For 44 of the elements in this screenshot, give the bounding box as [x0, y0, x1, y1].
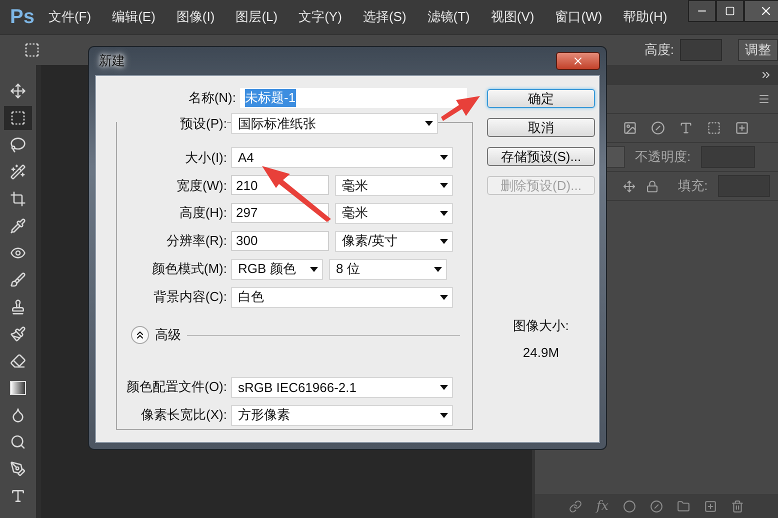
menu-item[interactable]: 图像(I) — [176, 8, 215, 26]
menu-item[interactable]: 窗口(W) — [555, 8, 602, 26]
dropdown[interactable]: 毫米 — [335, 202, 453, 224]
menu-item[interactable]: 编辑(E) — [112, 8, 156, 26]
field-label: 高度(H): — [178, 204, 227, 222]
dropdown[interactable]: 8 位 — [329, 258, 447, 280]
image-size-label: 图像大小: — [513, 317, 569, 335]
field-label: 宽度(W): — [175, 176, 227, 195]
image-size-value: 24.9M — [522, 345, 560, 360]
height-label: 高度: — [644, 41, 674, 59]
field-label: 颜色配置文件(O): — [126, 378, 227, 396]
text-field[interactable]: 297 — [231, 202, 329, 223]
field-label: 分辨率(R): — [165, 232, 227, 250]
dialog-button[interactable]: 取消 — [487, 118, 595, 137]
dropdown[interactable]: sRGB IEC61966-2.1 — [231, 376, 453, 398]
app-logo: Ps — [10, 6, 34, 28]
menu-item[interactable]: 帮助(H) — [623, 8, 668, 26]
field-label: 背景内容(C): — [152, 288, 227, 306]
text-field[interactable]: 300 — [231, 230, 329, 251]
dropdown[interactable]: 像素/英寸 — [335, 230, 453, 252]
field-label: 颜色模式(M): — [150, 260, 227, 278]
dropdown[interactable]: RGB 颜色 — [231, 258, 323, 280]
field-label: 像素长宽比(X): — [140, 406, 227, 424]
field-label: 名称(N): — [187, 89, 236, 107]
menu-item[interactable]: 图层(L) — [236, 8, 278, 26]
field-label: 大小(I): — [184, 148, 227, 167]
advanced-label: 高级 — [155, 326, 181, 344]
dialog-button[interactable]: 存储预设(S)... — [487, 147, 595, 166]
refine-edge-button[interactable]: 调整 — [738, 39, 778, 61]
dialog-title: 新建 — [98, 52, 126, 70]
opacity-label: 不透明度: — [635, 148, 691, 166]
dropdown[interactable]: 方形像素 — [231, 404, 453, 426]
fill-label: 填充: — [678, 177, 708, 195]
menu-item[interactable]: 文字(Y) — [298, 8, 342, 26]
dropdown[interactable]: 毫米 — [335, 175, 453, 196]
menu-item[interactable]: 选择(S) — [362, 8, 406, 26]
preset-dropdown[interactable]: 国际标准纸张 — [231, 113, 438, 134]
menu-item[interactable]: 滤镜(T) — [427, 8, 470, 26]
dropdown[interactable]: A4 — [231, 147, 453, 168]
dropdown[interactable]: 白色 — [231, 286, 453, 308]
menu-item[interactable]: 视图(V) — [490, 8, 534, 26]
dialog-button[interactable]: 确定 — [487, 89, 595, 108]
field-label: 预设(P): — [117, 114, 227, 133]
menu-item[interactable]: 文件(F) — [48, 8, 92, 26]
